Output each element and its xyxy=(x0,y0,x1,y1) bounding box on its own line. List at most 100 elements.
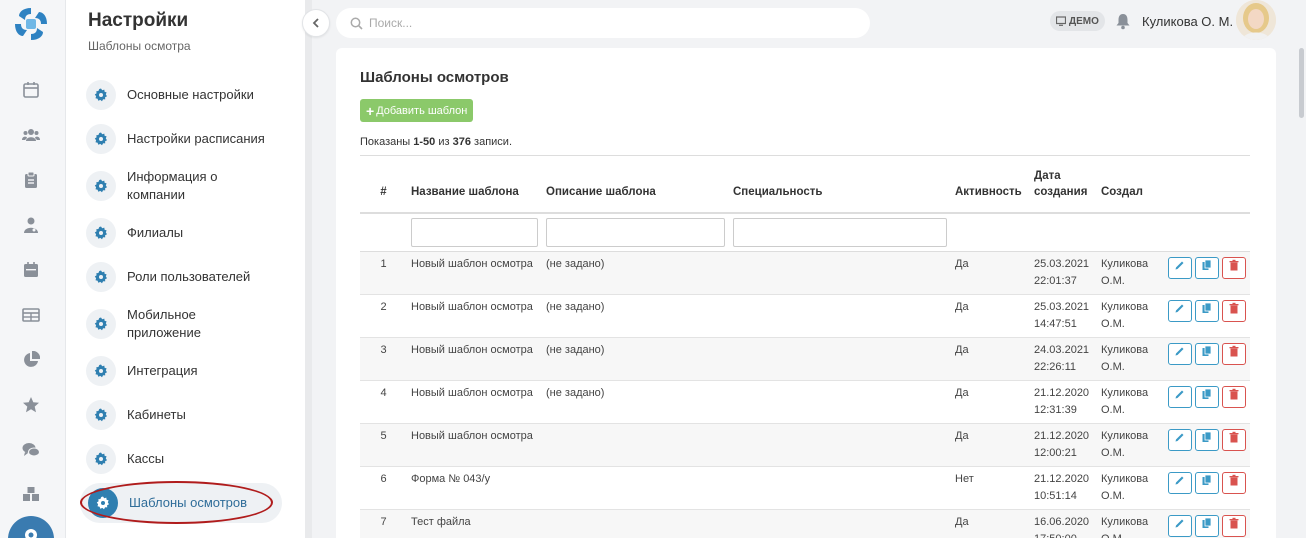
search-bar[interactable] xyxy=(336,8,870,38)
boxes-icon[interactable] xyxy=(20,484,42,506)
delete-button[interactable] xyxy=(1222,514,1246,537)
monitor-icon xyxy=(1056,16,1066,26)
menu-item-label: Основные настройки xyxy=(127,87,254,102)
gear-icon xyxy=(86,218,116,248)
cell-actions xyxy=(1164,251,1250,295)
bell-icon[interactable] xyxy=(1114,12,1132,30)
menu-item-integration[interactable]: Интеграция xyxy=(86,356,282,386)
edit-button[interactable] xyxy=(1168,256,1192,279)
doctor-icon[interactable] xyxy=(20,214,42,236)
table-row[interactable]: 2 Новый шаблон осмотра (не задано) Да 25.03.… xyxy=(360,294,1250,338)
gear-icon xyxy=(86,356,116,386)
cell-num: 5 xyxy=(360,423,407,467)
edit-button[interactable] xyxy=(1168,385,1192,408)
menu-item-cabinets[interactable]: Кабинеты xyxy=(86,400,282,430)
filter-name-input[interactable] xyxy=(411,217,538,247)
column-header-author[interactable]: Создал xyxy=(1097,164,1164,214)
cell-specialty xyxy=(729,423,951,467)
copy-button[interactable] xyxy=(1195,299,1219,322)
search-input[interactable] xyxy=(369,16,849,30)
edit-button[interactable] xyxy=(1168,514,1192,537)
copy-button[interactable] xyxy=(1195,514,1219,537)
filter-specialty-input[interactable] xyxy=(733,217,947,247)
clipboard-icon[interactable] xyxy=(20,169,42,191)
copy-button[interactable] xyxy=(1195,256,1219,279)
filter-cell-empty xyxy=(360,213,407,252)
edit-button[interactable] xyxy=(1168,471,1192,494)
menu-item-main-settings[interactable]: Основные настройки xyxy=(86,80,282,110)
table-row[interactable]: 3 Новый шаблон осмотра (не задано) Да 24.03.… xyxy=(360,337,1250,381)
summary-mid: из xyxy=(435,136,453,148)
delete-button[interactable] xyxy=(1222,342,1246,365)
chevron-left-icon xyxy=(312,18,319,28)
avatar[interactable] xyxy=(1236,0,1276,40)
menu-item-label: Интеграция xyxy=(127,363,198,378)
panel-scrollbar[interactable] xyxy=(305,0,312,538)
cell-date: 16.06.2020 17:50:00 xyxy=(1030,509,1097,538)
cell-active: Нет xyxy=(951,466,1030,510)
copy-button[interactable] xyxy=(1195,471,1219,494)
column-header-date[interactable]: Дата создания xyxy=(1030,164,1097,214)
table-row[interactable]: 6 Форма № 043/у Нет 21.12.2020 10:51:14 Кули… xyxy=(360,466,1250,510)
cell-description: (не задано) xyxy=(542,380,729,424)
demo-badge[interactable]: ДЕМО xyxy=(1050,11,1105,31)
collapse-panel-button[interactable] xyxy=(302,9,330,37)
calendar-day-icon[interactable] xyxy=(20,259,42,281)
rail-active-settings[interactable] xyxy=(8,516,54,538)
menu-item-label: Кабинеты xyxy=(127,407,186,422)
edit-button[interactable] xyxy=(1168,342,1192,365)
copy-button[interactable] xyxy=(1195,428,1219,451)
edit-button[interactable] xyxy=(1168,299,1192,322)
delete-button[interactable] xyxy=(1222,256,1246,279)
app-logo[interactable] xyxy=(13,6,49,42)
cell-name: Новый шаблон осмотра xyxy=(407,423,542,467)
add-template-button[interactable]: + Добавить шаблон xyxy=(360,99,474,122)
menu-item-company-info[interactable]: Информация о компании xyxy=(86,168,282,204)
column-header-description[interactable]: Описание шаблона xyxy=(542,164,729,214)
cell-active: Да xyxy=(951,294,1030,338)
cell-name: Новый шаблон осмотра xyxy=(407,337,542,381)
page-scrollbar-thumb[interactable] xyxy=(1299,48,1304,118)
panel-subtitle: Шаблоны осмотра xyxy=(88,39,191,53)
table-row[interactable]: 1 Новый шаблон осмотра (не задано) Да 25.03.… xyxy=(360,251,1250,295)
cell-date: 21.12.2020 12:00:21 xyxy=(1030,423,1097,467)
column-header-actions xyxy=(1164,164,1250,214)
column-header-active[interactable]: Активность xyxy=(951,164,1030,214)
delete-button[interactable] xyxy=(1222,385,1246,408)
pie-chart-icon[interactable] xyxy=(20,349,42,371)
copy-icon xyxy=(1201,345,1213,363)
menu-item-cash-desks[interactable]: Кассы xyxy=(86,444,282,474)
cell-num: 6 xyxy=(360,466,407,510)
cell-actions xyxy=(1164,423,1250,467)
copy-icon xyxy=(1201,474,1213,492)
filter-description-input[interactable] xyxy=(546,217,725,247)
user-name[interactable]: Куликова О. М. xyxy=(1142,14,1233,29)
menu-item-schedule-settings[interactable]: Настройки расписания xyxy=(86,124,282,154)
star-icon[interactable] xyxy=(20,394,42,416)
column-header-num[interactable]: # xyxy=(360,164,407,214)
calendar-icon[interactable] xyxy=(20,79,42,101)
menu-item-user-roles[interactable]: Роли пользователей xyxy=(86,262,282,292)
delete-button[interactable] xyxy=(1222,471,1246,494)
copy-button[interactable] xyxy=(1195,342,1219,365)
menu-item-label: Филиалы xyxy=(127,225,184,240)
delete-button[interactable] xyxy=(1222,428,1246,451)
column-header-specialty[interactable]: Специальность xyxy=(729,164,951,214)
copy-icon xyxy=(1201,517,1213,535)
delete-button[interactable] xyxy=(1222,299,1246,322)
column-header-name[interactable]: Название шаблона xyxy=(407,164,542,214)
table-row[interactable]: 4 Новый шаблон осмотра (не задано) Да 21.12.… xyxy=(360,380,1250,424)
menu-item-mobile-app[interactable]: Мобильное приложение xyxy=(86,306,282,342)
users-icon[interactable] xyxy=(20,124,42,146)
table-row[interactable]: 5 Новый шаблон осмотра Да 21.12.2020 12:00:… xyxy=(360,423,1250,467)
edit-button[interactable] xyxy=(1168,428,1192,451)
cell-date: 21.12.2020 12:31:39 xyxy=(1030,380,1097,424)
table-header: # Название шаблона Описание шаблона Спец… xyxy=(360,164,1250,214)
menu-item-branches[interactable]: Филиалы xyxy=(86,218,282,248)
filter-cell-empty xyxy=(1097,213,1164,252)
table-icon[interactable] xyxy=(20,304,42,326)
table-row[interactable]: 7Тест файла Да16.06.2020 17:50:00Куликова… xyxy=(360,509,1250,538)
comments-icon[interactable] xyxy=(20,439,42,461)
copy-button[interactable] xyxy=(1195,385,1219,408)
menu-item-exam-templates[interactable]: Шаблоны осмотров xyxy=(80,483,282,523)
